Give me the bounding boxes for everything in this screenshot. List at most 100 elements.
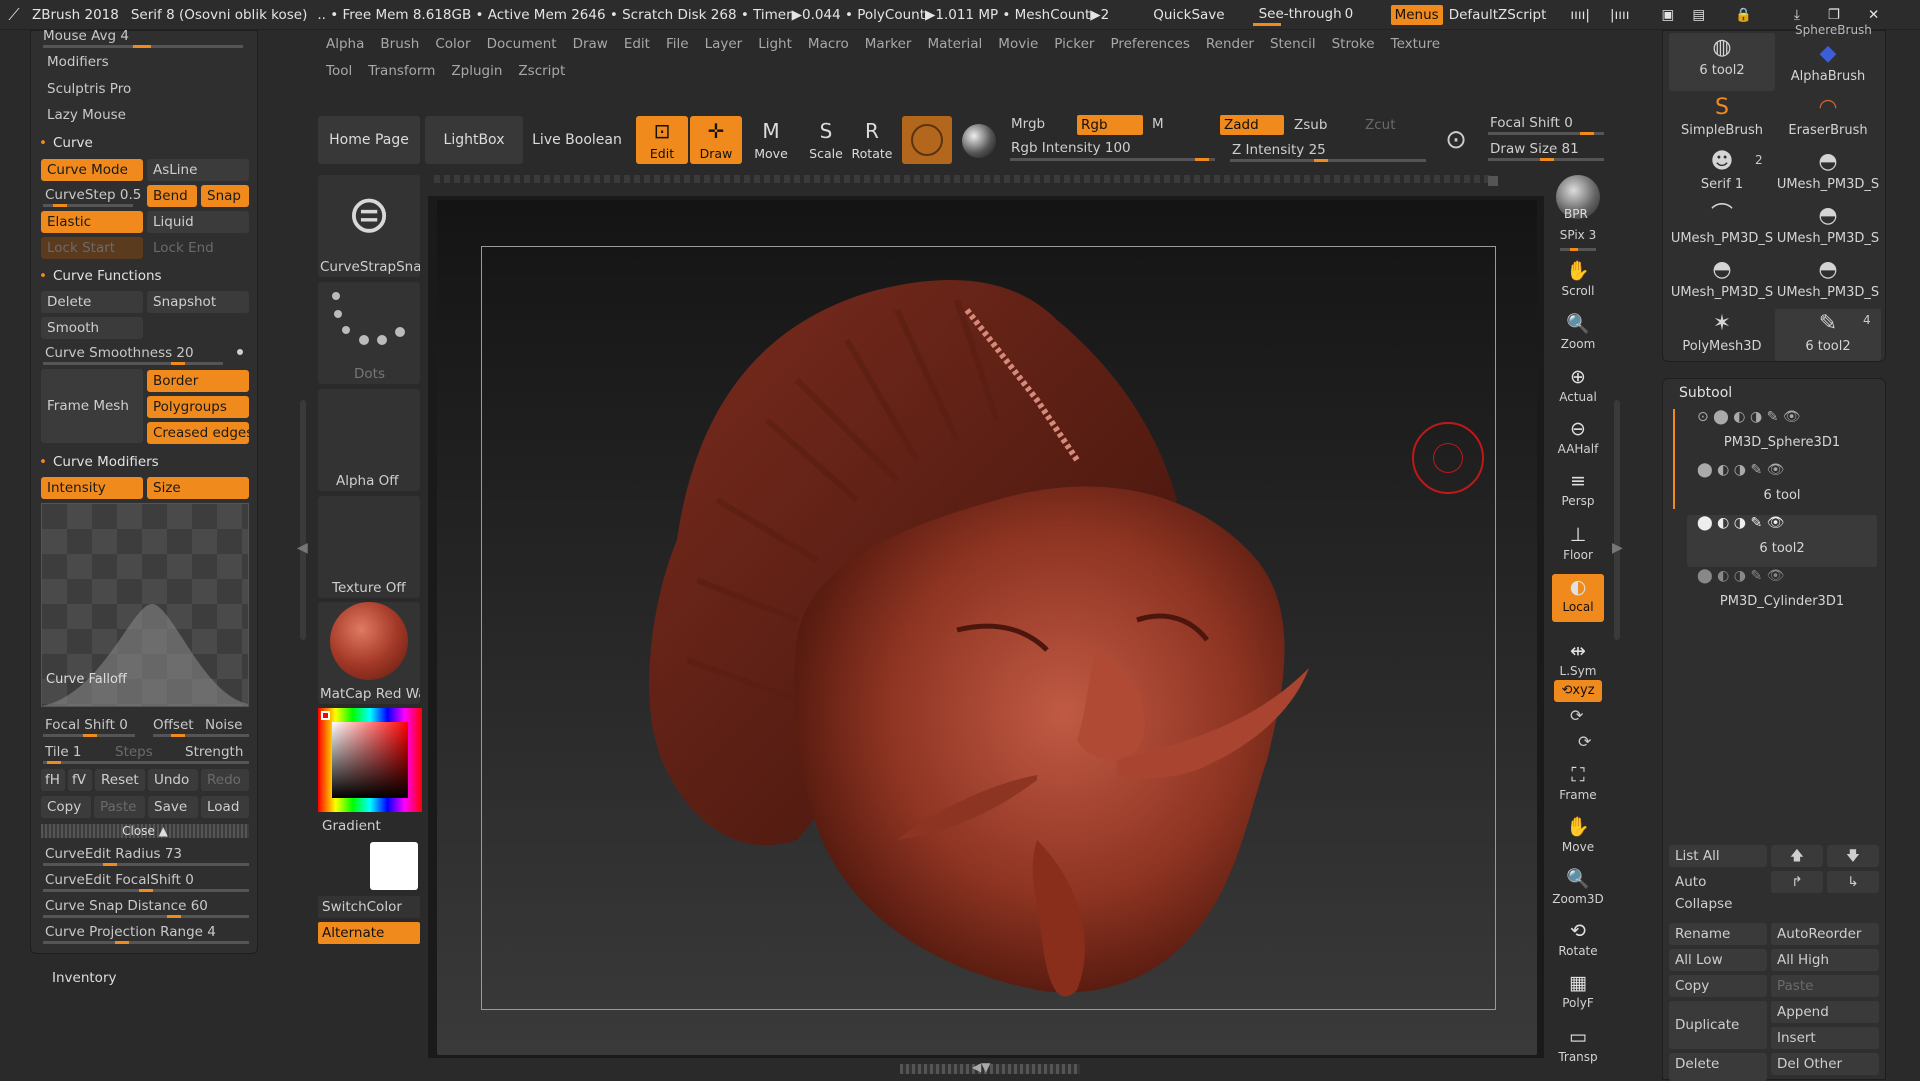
tool-thumb-umesh-5[interactable]: ◓ UMesh_PM3D_S [1775, 255, 1881, 307]
arrow-right-up-icon[interactable]: ↱ [1771, 871, 1823, 893]
scale-mode-button[interactable]: S Scale [800, 116, 852, 164]
subtool-item[interactable]: ⬤ ◐ ◑ ✎ 👁 PM3D_Cylinder3D1 [1687, 568, 1877, 620]
menu-macro[interactable]: Macro [800, 32, 857, 56]
offset-slider[interactable]: Offset [153, 714, 194, 736]
collapse-right-icon[interactable]: ▶ [1612, 540, 1623, 556]
local-symmetry-toggle[interactable]: ⇹ L.Sym [1552, 638, 1604, 678]
rgb-intensity-slider[interactable]: Rgb Intensity 100 [1011, 140, 1131, 156]
curveedit-radius-slider[interactable]: CurveEdit Radius 73 [45, 843, 182, 865]
move-mode-button[interactable]: M Move [745, 116, 797, 164]
curve-snap-distance-slider[interactable]: Curve Snap Distance 60 [45, 895, 208, 917]
intensity-toggle[interactable]: Intensity [41, 477, 143, 499]
subtool-visibility-icons[interactable]: ⊙ ⬤ ◐ ◑ ✎ 👁 [1687, 409, 1877, 435]
menu-light[interactable]: Light [750, 32, 800, 56]
asline-toggle[interactable]: AsLine [147, 159, 249, 181]
copy-subtool-button[interactable]: Copy [1669, 975, 1767, 997]
curve-modifiers-header[interactable]: Curve Modifiers [39, 451, 159, 473]
load-curve-button[interactable]: Load [201, 796, 249, 818]
close-icon[interactable]: ✕ [1868, 7, 1879, 23]
autoreorder-button[interactable]: AutoReorder [1771, 923, 1879, 945]
flip-h-button[interactable]: fH [41, 769, 65, 791]
aahalf-button[interactable]: ⊖ AAHalf [1552, 416, 1604, 456]
subtool-header[interactable]: Subtool [1679, 385, 1732, 401]
alpha-thumb[interactable]: Alpha Off [318, 389, 420, 491]
perspective-toggle[interactable]: ≡ Persp [1552, 468, 1604, 508]
append-button[interactable]: Append [1771, 1001, 1879, 1023]
curveedit-focalshift-slider[interactable]: CurveEdit FocalShift 0 [45, 869, 194, 891]
tool-thumb-umesh-2[interactable]: ⌒ UMesh_PM3D_S [1669, 201, 1775, 253]
left-tray-scroll[interactable] [300, 400, 306, 640]
sculpt-model[interactable] [437, 200, 1537, 1055]
menus-toggle[interactable]: Menus [1390, 4, 1443, 25]
live-boolean-button[interactable]: Live Boolean [527, 116, 627, 164]
edit-mode-button[interactable]: ⊡ Edit [636, 116, 688, 164]
sculptris-brush-mode-icon[interactable]: ⊙ [1434, 118, 1478, 162]
color-picker[interactable] [318, 708, 422, 812]
mrgb-toggle[interactable]: Mrgb [1011, 116, 1045, 132]
all-low-button[interactable]: All Low [1669, 949, 1767, 971]
transparency-toggle[interactable]: ▭ Transp [1552, 1024, 1604, 1064]
scroll-view-button[interactable]: ✋ Scroll [1552, 258, 1604, 298]
menu-brush[interactable]: Brush [372, 32, 427, 56]
menu-zscript[interactable]: Zscript [510, 59, 573, 83]
focal-shift-top-slider[interactable]: Focal Shift 0 [1490, 115, 1573, 131]
save-curve-button[interactable]: Save [148, 796, 198, 818]
paste-subtool-button[interactable]: Paste [1771, 975, 1879, 997]
auto-collapse-button[interactable]: Auto Collapse [1669, 871, 1767, 912]
size-toggle[interactable]: Size [147, 477, 249, 499]
menu-color[interactable]: Color [427, 32, 478, 56]
copy-curve-button[interactable]: Copy [41, 796, 91, 818]
move-down-icon[interactable]: 🡇 [1827, 845, 1879, 867]
move-view-button[interactable]: ✋ Move [1552, 814, 1604, 854]
spix-slider[interactable]: SPix 3 [1552, 228, 1604, 251]
subtool-item-selected[interactable]: ⬤ ◐ ◑ ✎ 👁 6 tool2 [1687, 515, 1877, 567]
flip-v-button[interactable]: fV [68, 769, 92, 791]
insert-button[interactable]: Insert [1771, 1027, 1879, 1049]
m-toggle[interactable]: M [1152, 116, 1164, 132]
quicksave-button[interactable]: QuickSave [1153, 7, 1224, 23]
steps-slider[interactable]: Steps [115, 741, 153, 763]
frame-mesh-button[interactable]: Frame Mesh [41, 369, 143, 443]
rgb-toggle[interactable]: Rgb [1077, 115, 1143, 135]
home-page-button[interactable]: Home Page [318, 116, 420, 164]
menu-alpha[interactable]: Alpha [318, 32, 372, 56]
shelf-scroll-strip[interactable] [434, 175, 1494, 183]
current-brush-thumb[interactable]: ⊜ CurveStrapSnap [318, 175, 420, 277]
creased-edges-toggle[interactable]: Creased edges [147, 422, 249, 444]
menu-file[interactable]: File [658, 32, 697, 56]
collapse-left-icon[interactable]: ◀ [297, 540, 308, 556]
switchcolor-button[interactable]: SwitchColor [318, 896, 420, 918]
stroke-dots-thumb[interactable]: Dots [318, 282, 420, 384]
menu-stroke[interactable]: Stroke [1324, 32, 1383, 56]
redo-button[interactable]: Redo [201, 769, 249, 791]
list-all-button[interactable]: List All [1669, 845, 1767, 867]
arrow-right-down-icon[interactable]: ↳ [1827, 871, 1879, 893]
zoom3d-view-button[interactable]: 🔍 Zoom3D [1552, 866, 1604, 906]
border-toggle[interactable]: Border [147, 370, 249, 392]
undo-button[interactable]: Undo [148, 769, 198, 791]
menu-picker[interactable]: Picker [1046, 32, 1102, 56]
sculptris-subpalette[interactable]: Sculptris Pro [47, 78, 131, 100]
lazy-mouse-subpalette[interactable]: Lazy Mouse [47, 104, 126, 126]
minimize-icon[interactable]: ⤓ [1794, 7, 1800, 23]
hue-picker-handle[interactable] [321, 711, 330, 720]
subtool-visibility-icons[interactable]: ⬤ ◐ ◑ ✎ 👁 [1687, 515, 1877, 541]
seethrough-slider[interactable]: See-through 0 [1252, 4, 1363, 26]
subtool-visibility-icons[interactable]: ⬤ ◐ ◑ ✎ 👁 [1687, 568, 1877, 594]
curve-mode-toggle[interactable]: Curve Mode [41, 159, 143, 181]
main-color-swatch[interactable] [370, 842, 418, 890]
curve-smoothness-slider[interactable]: Curve Smoothness 20 [45, 342, 194, 364]
restore-icon[interactable]: ❐ [1828, 7, 1840, 23]
lock-end-toggle[interactable]: Lock End [147, 237, 249, 259]
menu-preferences[interactable]: Preferences [1102, 32, 1197, 56]
elastic-toggle[interactable]: Elastic [41, 211, 143, 233]
noise-slider[interactable]: Noise [205, 714, 242, 736]
color-sv-square[interactable] [332, 722, 408, 798]
all-high-button[interactable]: All High [1771, 949, 1879, 971]
move-up-icon[interactable]: 🡅 [1771, 845, 1823, 867]
menu-material[interactable]: Material [919, 32, 990, 56]
z-intensity-slider[interactable]: Z Intensity 25 [1232, 142, 1326, 158]
polygroups-toggle[interactable]: Polygroups [147, 396, 249, 418]
rename-button[interactable]: Rename [1669, 923, 1767, 945]
liquid-toggle[interactable]: Liquid [147, 211, 249, 233]
